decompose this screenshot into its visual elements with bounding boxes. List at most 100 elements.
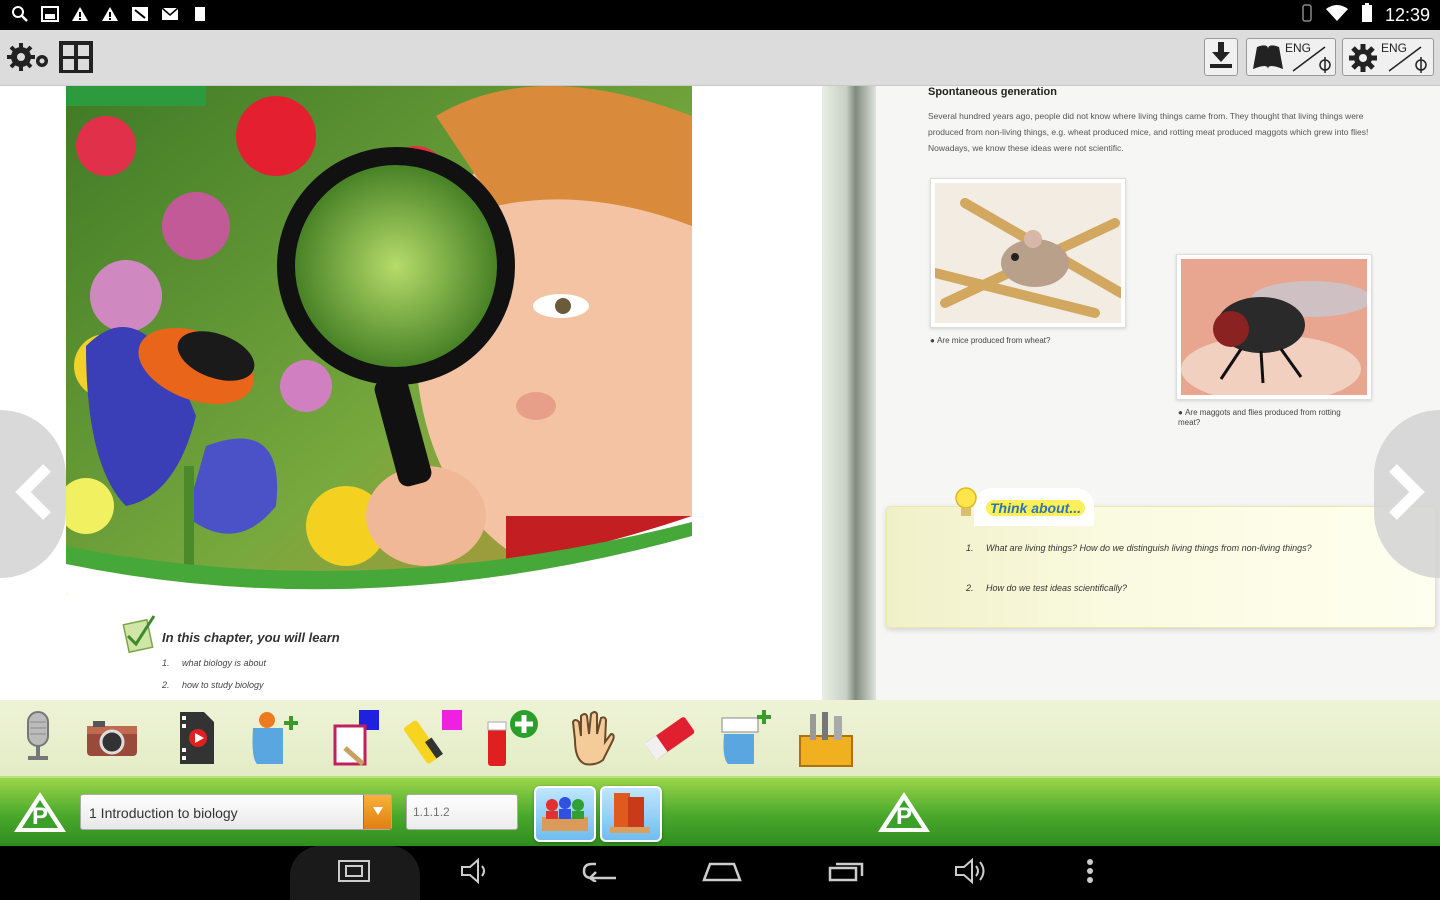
add-text-icon xyxy=(721,710,771,764)
book-reader[interactable]: In this chapter, you will learn 1. what … xyxy=(0,86,1440,700)
data-icon xyxy=(130,4,150,24)
lightbulb-icon xyxy=(954,486,978,525)
class-view-button[interactable] xyxy=(534,786,596,842)
chevron-down-icon xyxy=(372,803,384,821)
video-tool[interactable] xyxy=(166,706,226,770)
camera-tool[interactable] xyxy=(82,706,142,770)
learn-item-1-num: 1. xyxy=(162,658,170,668)
section-paragraph: Several hundred years ago, people did no… xyxy=(928,111,1369,153)
microphone-icon xyxy=(27,711,49,760)
fly-caption: ● Are maggots and flies produced from ro… xyxy=(1178,408,1358,428)
learn-title: In this chapter, you will learn xyxy=(162,630,340,645)
recent-apps-icon xyxy=(828,860,864,887)
app-toolbar: ENG ENG xyxy=(0,30,1440,86)
eraser-icon xyxy=(644,717,695,760)
chapter-select[interactable]: 1 Introduction to biology xyxy=(80,794,392,830)
add-pen-icon xyxy=(487,710,538,766)
hand-icon xyxy=(571,711,615,766)
volume-down-icon xyxy=(460,857,492,889)
sd-card-icon xyxy=(190,4,210,24)
eraser-tool[interactable] xyxy=(640,706,700,770)
chevron-right-icon xyxy=(1385,462,1429,527)
annotation-toolbar xyxy=(0,700,1440,776)
video-icon xyxy=(180,712,214,764)
chapter-bar: P 1 Introduction to biology P xyxy=(0,776,1440,846)
volume-up-icon xyxy=(954,857,990,890)
fly-caption-text: Are maggots and flies produced from rott… xyxy=(1178,408,1341,427)
book-icon xyxy=(1251,43,1285,76)
publisher-logo: P xyxy=(12,788,68,841)
home-button[interactable] xyxy=(692,854,752,892)
mouse-caption-text: Are mice produced from wheat? xyxy=(937,336,1051,345)
section-title: Spontaneous generation xyxy=(928,86,1057,98)
highlighter-tool[interactable] xyxy=(404,706,464,770)
mouse-caption: ● Are mice produced from wheat? xyxy=(930,336,1050,345)
vibrate-icon xyxy=(1301,4,1313,27)
caption-bullet: ● xyxy=(930,336,938,345)
volume-up-button[interactable] xyxy=(942,854,1002,892)
question-1: What are living things? How do we distin… xyxy=(986,543,1312,553)
menu-button[interactable] xyxy=(1060,854,1120,892)
status-bar: 12:39 xyxy=(0,0,1440,30)
checklist-icon xyxy=(122,615,156,654)
edit-icon xyxy=(333,710,379,766)
book-gutter xyxy=(822,86,876,700)
left-page: In this chapter, you will learn 1. what … xyxy=(0,86,822,700)
settings-language-button[interactable]: ENG xyxy=(1342,38,1434,76)
chapter-select-value: 1 Introduction to biology xyxy=(89,805,238,821)
recent-apps-button[interactable] xyxy=(816,854,876,892)
hand-tool[interactable] xyxy=(562,706,622,770)
battery-icon xyxy=(1361,3,1373,28)
settings-icon[interactable] xyxy=(6,38,52,76)
caption-bullet: ● xyxy=(1178,408,1186,417)
add-text-tool[interactable] xyxy=(716,706,776,770)
fly-meat-image xyxy=(1176,254,1372,403)
highlighter-icon xyxy=(404,710,462,764)
book-view-button[interactable] xyxy=(600,786,662,842)
add-note-icon xyxy=(252,712,298,764)
publisher-logo: P xyxy=(876,788,932,841)
back-icon xyxy=(582,860,618,887)
camera-icon xyxy=(87,721,137,756)
screenshot-icon xyxy=(338,859,370,887)
warning-icon xyxy=(100,4,120,24)
more-vert-icon xyxy=(1086,858,1094,889)
volume-down-button[interactable] xyxy=(446,854,506,892)
edit-tool[interactable] xyxy=(324,706,384,770)
grid-view-icon[interactable] xyxy=(56,38,96,76)
toolbox-tool[interactable] xyxy=(796,706,856,770)
system-status: 12:39 xyxy=(1301,3,1430,28)
think-about-label: Think about... xyxy=(986,500,1085,516)
add-pen-tool[interactable] xyxy=(482,706,542,770)
right-page: Spontaneous generation Several hundred y… xyxy=(876,86,1440,700)
chapter-dropdown-button[interactable] xyxy=(363,795,391,829)
question-2: How do we test ideas scientifically? xyxy=(986,583,1128,593)
clock: 12:39 xyxy=(1384,5,1430,25)
wifi-icon xyxy=(1325,4,1349,27)
learn-item-2: how to study biology xyxy=(182,680,264,690)
microphone-tool[interactable] xyxy=(8,706,68,770)
toolbox-icon xyxy=(799,712,853,767)
download-icon xyxy=(1208,40,1234,75)
chapter-photo xyxy=(66,86,692,596)
notification-icons xyxy=(10,4,210,24)
learn-item-1: what biology is about xyxy=(182,658,267,668)
back-button[interactable] xyxy=(570,854,630,892)
warning-icon xyxy=(70,4,90,24)
chevron-left-icon xyxy=(11,462,55,527)
home-icon xyxy=(702,860,742,887)
gallery-icon xyxy=(40,4,60,24)
learn-item-2-num: 2. xyxy=(162,680,170,690)
screen: 12:39 ENG ENG In this chapter, you will … xyxy=(0,0,1440,900)
add-note-tool[interactable] xyxy=(244,706,304,770)
students-icon xyxy=(540,791,590,838)
search-icon xyxy=(10,4,30,24)
download-button[interactable] xyxy=(1204,38,1238,76)
book-language-button[interactable]: ENG xyxy=(1246,38,1336,76)
chapter-objectives: In this chapter, you will learn 1. what … xyxy=(122,614,462,690)
system-navigation-bar xyxy=(0,846,1440,900)
page-number-input[interactable] xyxy=(406,794,518,830)
gear-icon xyxy=(1347,43,1379,78)
screenshot-button[interactable] xyxy=(324,854,384,892)
question-2-num: 2. xyxy=(966,583,974,593)
